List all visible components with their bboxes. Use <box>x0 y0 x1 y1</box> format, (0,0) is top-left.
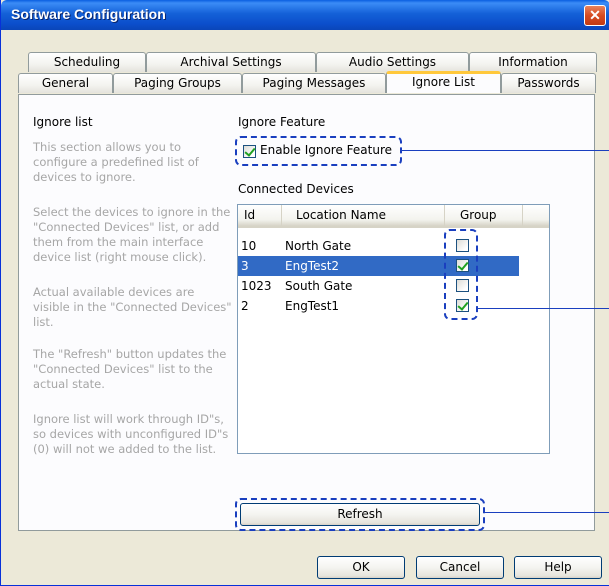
tab-scheduling[interactable]: Scheduling <box>28 52 146 72</box>
tab-general[interactable]: General <box>18 73 113 93</box>
group-column-highlight <box>444 229 478 320</box>
device-id: 2 <box>241 299 249 313</box>
device-id: 1023 <box>241 279 272 293</box>
tab-information[interactable]: Information <box>469 52 597 72</box>
window-title: Software Configuration <box>11 6 166 22</box>
device-location: EngTest1 <box>285 299 340 313</box>
ok-button[interactable]: OK <box>317 556 405 579</box>
help-paragraph: Ignore list will work through ID"s, so d… <box>33 412 229 456</box>
software-configuration-window: Software Configuration ✕ Scheduling Arch… <box>0 0 609 586</box>
column-header-location-name[interactable]: Location Name <box>282 205 445 226</box>
title-bar[interactable]: Software Configuration ✕ <box>1 0 609 30</box>
tab-label: Information <box>498 55 568 69</box>
tab-label: Audio Settings <box>348 55 437 69</box>
refresh-highlight <box>235 498 485 531</box>
tab-label: Paging Groups <box>134 76 221 90</box>
device-location: North Gate <box>285 239 352 253</box>
tab-label: Scheduling <box>53 55 121 69</box>
connected-devices-list[interactable]: Id Location Name Group 10 North Gate 3 E… <box>237 204 550 454</box>
column-header-id[interactable]: Id <box>238 205 282 226</box>
column-header-group[interactable]: Group <box>445 205 523 226</box>
close-button[interactable]: ✕ <box>584 5 606 26</box>
cancel-button[interactable]: Cancel <box>416 556 504 579</box>
device-row[interactable]: 10 North Gate <box>238 236 549 256</box>
tab-label: Ignore List <box>412 75 475 89</box>
device-id: 10 <box>241 239 257 253</box>
device-row[interactable]: 2 EngTest1 <box>238 296 549 316</box>
ignore-feature-heading: Ignore Feature <box>238 115 326 129</box>
refresh-callout-line <box>485 512 609 513</box>
help-paragraph: Select the devices to ignore in the "Con… <box>33 205 231 264</box>
tab-label: Passwords <box>517 76 580 90</box>
help-paragraph: The "Refresh" button updates the "Connec… <box>33 347 227 391</box>
tab-archival-settings[interactable]: Archival Settings <box>146 52 316 72</box>
connected-devices-heading: Connected Devices <box>238 182 354 196</box>
ignore-list-heading: Ignore list <box>33 115 93 129</box>
device-row[interactable]: 1023 South Gate <box>238 276 549 296</box>
group-callout-line <box>478 308 609 309</box>
device-location: South Gate <box>285 279 353 293</box>
enable-ignore-callout-line <box>402 150 609 151</box>
tab-ignore-list[interactable]: Ignore List <box>386 71 501 93</box>
tab-label: General <box>41 76 90 90</box>
enable-ignore-highlight <box>235 136 402 166</box>
help-button[interactable]: Help <box>514 556 602 579</box>
device-location: EngTest2 <box>285 259 340 273</box>
list-header: Id Location Name Group <box>238 205 549 228</box>
help-paragraph: Actual available devices are visible in … <box>33 285 232 329</box>
help-paragraph: This section allows you to configure a p… <box>33 140 199 184</box>
close-icon: ✕ <box>589 7 601 23</box>
tab-audio-settings[interactable]: Audio Settings <box>316 52 469 72</box>
tab-passwords[interactable]: Passwords <box>501 73 596 93</box>
device-id: 3 <box>241 259 249 273</box>
tab-paging-groups[interactable]: Paging Groups <box>113 73 242 93</box>
tab-label: Paging Messages <box>262 76 366 90</box>
tab-paging-messages[interactable]: Paging Messages <box>242 73 386 93</box>
tab-label: Archival Settings <box>180 55 282 69</box>
device-row[interactable]: 3 EngTest2 <box>238 256 549 276</box>
